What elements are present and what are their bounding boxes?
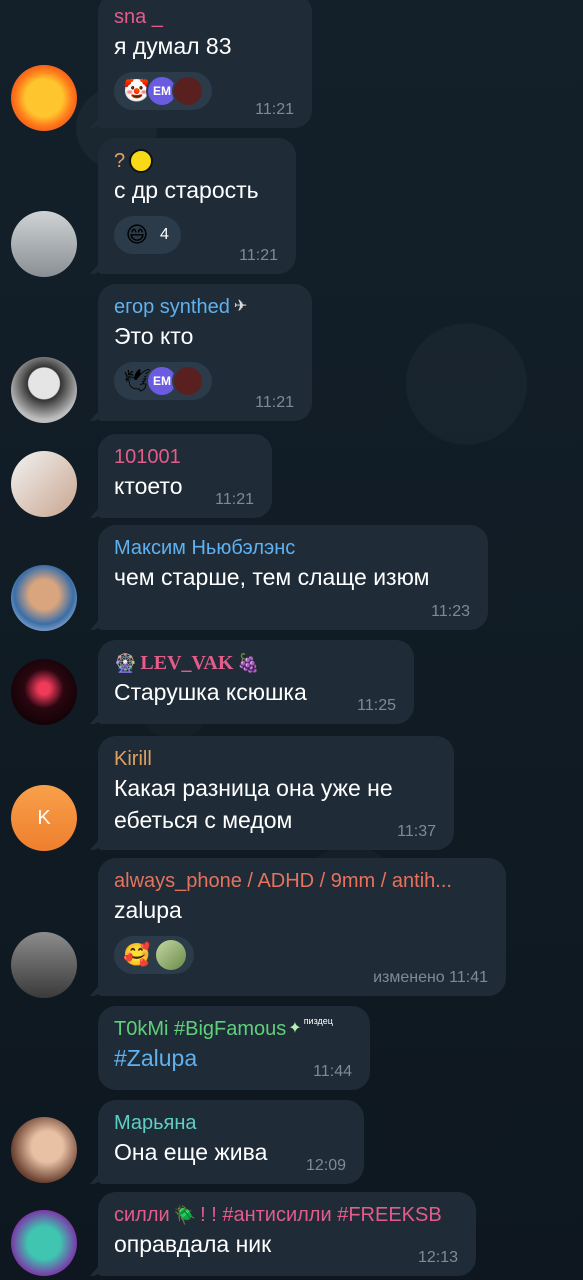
ferris-wheel-icon: 🎡 <box>114 653 137 673</box>
sender-name[interactable]: ? <box>114 148 280 174</box>
message-bubble[interactable]: ? с др старость 😄 4 11:21 <box>98 138 296 274</box>
message-time: 11:44 <box>313 1063 352 1080</box>
badge-text: пиздец <box>303 1016 333 1026</box>
message-time: 11:21 <box>255 394 294 411</box>
message-bubble[interactable]: силли 🪲 ! ! #антисилли #FREEKSB оправдал… <box>98 1192 476 1276</box>
avatar[interactable] <box>11 357 77 423</box>
sender-name-text: LEV_VAK <box>140 652 234 674</box>
sender-name[interactable]: Максим Ньюбэлэнс <box>114 535 472 561</box>
sender-name-suffix: ! ! #антисилли #FREEKSB <box>200 1204 442 1226</box>
avatar[interactable]: K <box>11 785 77 851</box>
sender-name[interactable]: 101001 <box>114 444 256 470</box>
message-time: изменено 11:41 <box>373 969 488 986</box>
sender-name[interactable]: силли 🪲 ! ! #антисилли #FREEKSB <box>114 1202 460 1228</box>
message-time: 11:37 <box>397 823 436 840</box>
message-bubble[interactable]: 101001 ктоето 11:21 <box>98 434 272 518</box>
avatar[interactable] <box>11 565 77 631</box>
reactor-avatar <box>172 365 204 397</box>
beetle-icon: 🪲 <box>173 1205 197 1225</box>
message-bubble[interactable]: always_phone / ADHD / 9mm / antih... zal… <box>98 858 506 996</box>
message-text: Это кто <box>114 323 194 349</box>
message-text: Старушка ксюшка <box>114 679 307 705</box>
avatar[interactable] <box>11 451 77 517</box>
avatar[interactable] <box>11 659 77 725</box>
smiling-hearts-emoji-icon: 🥰 <box>123 942 151 967</box>
reaction-count: 4 <box>160 226 169 243</box>
message-text-line-1: Какая разница она уже не <box>114 775 393 801</box>
grapes-icon: 🍇 <box>237 653 260 673</box>
message-time: 11:25 <box>357 697 396 714</box>
message-text: оправдала ник <box>114 1231 272 1257</box>
bvb-logo-icon <box>129 149 154 173</box>
message-bubble[interactable]: Марьяна Она еще жива 12:09 <box>98 1100 364 1184</box>
reaction-pill[interactable]: 🤡 EM <box>114 72 212 110</box>
reaction-pill[interactable]: 😄 4 <box>114 216 181 254</box>
sender-name[interactable]: Kirill <box>114 746 438 772</box>
sender-name[interactable]: sna _ <box>114 4 296 30</box>
avatar[interactable] <box>11 1117 77 1183</box>
message-time: 11:21 <box>239 247 278 264</box>
sender-name[interactable]: 🎡 LEV_VAK 🍇 <box>114 650 398 676</box>
star-badge-icon: ✦ <box>288 1020 302 1037</box>
sender-name[interactable]: Марьяна <box>114 1110 348 1136</box>
message-text: с др старость <box>114 177 259 203</box>
message-time: 11:21 <box>215 491 254 508</box>
message-time: 12:13 <box>417 1249 458 1266</box>
avatar[interactable] <box>11 65 77 131</box>
message-bubble[interactable]: T0kMi #BigFamous ✦ пиздец #Zalupa 11:44 <box>98 1006 370 1090</box>
badge-icon: ✈ <box>233 298 248 315</box>
sender-name[interactable]: T0kMi #BigFamous ✦ пиздец <box>114 1016 354 1042</box>
message-bubble[interactable]: егор synthed ✈ Это кто 🕊 EM 11:21 <box>98 284 312 421</box>
message-text: я думал 83 <box>114 33 232 59</box>
reactor-avatar <box>172 75 204 107</box>
custom-emoji-icon <box>156 940 186 970</box>
message-time: 12:09 <box>305 1157 346 1174</box>
sender-name-text: силли <box>114 1204 170 1226</box>
message-time: 11:23 <box>431 603 470 620</box>
message-bubble[interactable]: 🎡 LEV_VAK 🍇 Старушка ксюшка 11:25 <box>98 640 414 724</box>
avatar[interactable] <box>11 932 77 998</box>
message-bubble[interactable]: Kirill Какая разница она уже не ебеться … <box>98 736 454 850</box>
message-bubble[interactable]: sna _ я думал 83 🤡 EM 11:21 <box>98 0 312 128</box>
reaction-pill[interactable]: 🕊 EM <box>114 362 212 400</box>
sender-name-text: T0kMi #BigFamous <box>114 1018 287 1040</box>
sender-name[interactable]: егор synthed ✈ <box>114 294 296 320</box>
message-text-line-2: ебеться с медом <box>114 807 293 833</box>
grin-emoji-icon: 😄 <box>125 222 149 247</box>
reaction-pill[interactable]: 🥰 <box>114 936 194 974</box>
avatar[interactable] <box>11 211 77 277</box>
sender-name-text: ? <box>114 150 126 172</box>
sender-name-text: егор synthed <box>114 296 230 318</box>
message-bubble[interactable]: Максим Ньюбэлэнс чем старше, тем слаще и… <box>98 525 488 630</box>
sender-name[interactable]: always_phone / ADHD / 9mm / antih... <box>114 868 490 894</box>
message-time: 11:21 <box>255 101 294 118</box>
avatar[interactable] <box>11 1210 77 1276</box>
message-text: zalupa <box>114 897 182 923</box>
avatar-letter: K <box>37 806 51 829</box>
message-text: чем старше, тем слаще изюм <box>114 564 430 590</box>
